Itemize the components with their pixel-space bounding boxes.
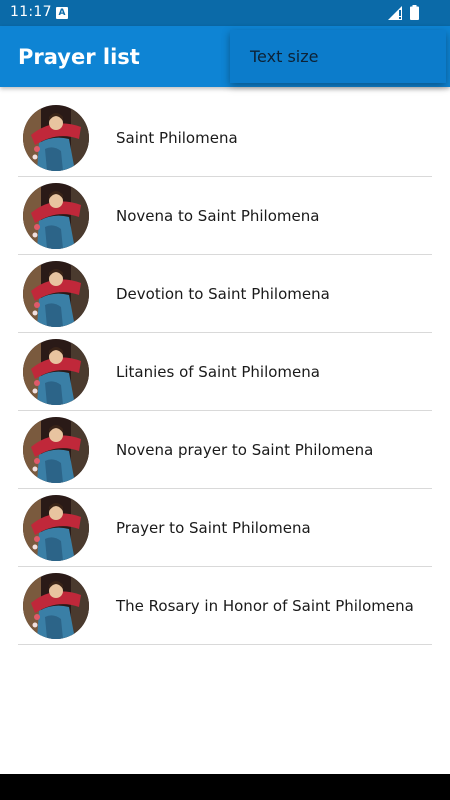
overflow-menu: Text size — [230, 30, 446, 83]
prayer-list-item[interactable]: Novena to Saint Philomena — [18, 177, 432, 255]
prayer-list-item[interactable]: Novena prayer to Saint Philomena — [18, 411, 432, 489]
prayer-title: Saint Philomena — [116, 129, 238, 147]
prayer-list-item[interactable]: Devotion to Saint Philomena — [18, 255, 432, 333]
battery-icon — [410, 5, 419, 20]
saint-philomena-avatar — [23, 183, 89, 249]
prayer-title: Novena prayer to Saint Philomena — [116, 441, 374, 459]
prayer-title: Devotion to Saint Philomena — [116, 285, 330, 303]
signal-icon — [388, 6, 402, 20]
prayer-list-item[interactable]: The Rosary in Honor of Saint Philomena — [18, 567, 432, 645]
saint-philomena-avatar — [23, 495, 89, 561]
prayer-title: Novena to Saint Philomena — [116, 207, 320, 225]
prayer-list-item[interactable]: Litanies of Saint Philomena — [18, 333, 432, 411]
status-bar: 11:17 A — [0, 0, 450, 26]
saint-philomena-avatar — [23, 261, 89, 327]
prayer-title: Prayer to Saint Philomena — [116, 519, 311, 537]
saint-philomena-avatar — [23, 417, 89, 483]
menu-item-text-size[interactable]: Text size — [250, 47, 318, 66]
status-time: 11:17 — [10, 4, 52, 20]
page-title: Prayer list — [18, 45, 140, 69]
saint-philomena-avatar — [23, 339, 89, 405]
prayer-list: Saint Philomena Novena to Saint Philomena… — [18, 99, 432, 645]
saint-philomena-avatar — [23, 105, 89, 171]
saint-philomena-avatar — [23, 573, 89, 639]
prayer-list-item[interactable]: Saint Philomena — [18, 99, 432, 177]
prayer-title: Litanies of Saint Philomena — [116, 363, 320, 381]
navigation-bar — [0, 774, 450, 800]
prayer-title: The Rosary in Honor of Saint Philomena — [116, 597, 414, 615]
notification-icon: A — [56, 7, 68, 19]
prayer-list-item[interactable]: Prayer to Saint Philomena — [18, 489, 432, 567]
